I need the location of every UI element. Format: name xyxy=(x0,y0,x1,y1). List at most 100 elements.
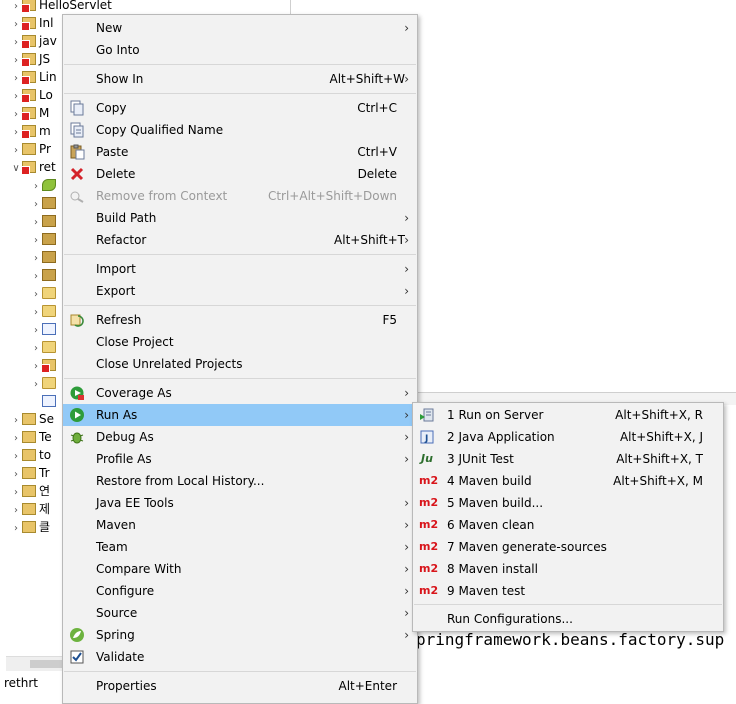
tree-item[interactable]: › jav xyxy=(10,32,57,50)
tree-child-item[interactable]: › xyxy=(30,284,59,302)
menu-item-maven[interactable]: Maven › xyxy=(63,514,417,536)
tree-item[interactable]: › Lin xyxy=(10,68,57,86)
submenu-item-9-maven-test[interactable]: m2 9 Maven test xyxy=(413,580,723,602)
tree-item[interactable]: › Se xyxy=(10,410,54,428)
menu-item-show-in[interactable]: Show In Alt+Shift+W › xyxy=(63,68,417,90)
menu-item-properties[interactable]: Properties Alt+Enter xyxy=(63,675,417,697)
tree-item[interactable]: › JS xyxy=(10,50,50,68)
tree-child-item[interactable]: › xyxy=(30,248,59,266)
submenu-item-8-maven-install[interactable]: m2 8 Maven install xyxy=(413,558,723,580)
chevron-right-icon: › xyxy=(404,284,409,298)
chevron-right-icon: › xyxy=(404,233,409,247)
menu-item-java-ee-tools[interactable]: Java EE Tools › xyxy=(63,492,417,514)
project-icon xyxy=(22,143,36,155)
tree-child-item[interactable]: › xyxy=(30,230,59,248)
tree-item-label: ret xyxy=(39,160,56,174)
chevron-right-icon[interactable]: › xyxy=(10,520,22,538)
submenu-item-label: 1 Run on Server xyxy=(447,408,544,422)
submenu-item-5-maven-build[interactable]: m2 5 Maven build... xyxy=(413,492,723,514)
menu-separator xyxy=(64,305,416,306)
tree-child-item[interactable] xyxy=(30,392,59,410)
tree-item[interactable]: › M xyxy=(10,104,49,122)
web-folder-icon xyxy=(42,341,56,353)
menu-item-refresh[interactable]: Refresh F5 xyxy=(63,309,417,331)
menu-item-label: Coverage As xyxy=(96,386,172,400)
submenu-item-6-maven-clean[interactable]: m2 6 Maven clean xyxy=(413,514,723,536)
menu-item-delete[interactable]: Delete Delete xyxy=(63,163,417,185)
menu-item-profile-as[interactable]: Profile As › xyxy=(63,448,417,470)
tree-child-item[interactable]: › xyxy=(30,338,59,356)
tree-child-item[interactable]: › xyxy=(30,374,59,392)
maven-m2-icon: m2 xyxy=(419,584,439,597)
submenu-item-3-junit-test[interactable]: Ju 3 JUnit Test Alt+Shift+X, T xyxy=(413,448,723,470)
submenu-item-run-configurations[interactable]: Run Configurations... xyxy=(413,608,723,630)
submenu-item-1-run-on-server[interactable]: 1 Run on Server Alt+Shift+X, R xyxy=(413,404,723,426)
menu-item-source[interactable]: Source › xyxy=(63,602,417,624)
menu-item-paste[interactable]: Paste Ctrl+V xyxy=(63,141,417,163)
submenu-item-2-java-application[interactable]: J 2 Java Application Alt+Shift+X, J xyxy=(413,426,723,448)
menu-item-copy-qualified-name[interactable]: Copy Qualified Name xyxy=(63,119,417,141)
tree-item-label: HelloServlet xyxy=(39,0,112,12)
tree-item[interactable]: ∨ ret xyxy=(10,158,56,176)
tree-item[interactable]: › Te xyxy=(10,428,52,446)
maven-m2-icon: m2 xyxy=(419,562,439,575)
menu-item-team[interactable]: Team › xyxy=(63,536,417,558)
tree-child-item[interactable]: › xyxy=(30,176,59,194)
menu-item-copy[interactable]: Copy Ctrl+C xyxy=(63,97,417,119)
menu-item-export[interactable]: Export › xyxy=(63,280,417,302)
submenu-item-shortcut: Alt+Shift+X, T xyxy=(616,452,703,466)
menu-item-refactor[interactable]: Refactor Alt+Shift+T › xyxy=(63,229,417,251)
menu-item-build-path[interactable]: Build Path › xyxy=(63,207,417,229)
tree-item-label: Tr xyxy=(39,466,50,480)
submenu-item-7-maven-generate-sources[interactable]: m2 7 Maven generate-sources xyxy=(413,536,723,558)
project-icon xyxy=(22,413,36,425)
menu-item-label: Profile As xyxy=(96,452,152,466)
project-icon xyxy=(22,431,36,443)
spring-leaf-icon xyxy=(42,179,56,191)
menu-item-compare-with[interactable]: Compare With › xyxy=(63,558,417,580)
package-icon xyxy=(42,233,56,245)
chevron-right-icon: › xyxy=(404,430,409,444)
menu-item-close-unrelated-projects[interactable]: Close Unrelated Projects xyxy=(63,353,417,375)
submenu-item-4-maven-build[interactable]: m2 4 Maven build Alt+Shift+X, M xyxy=(413,470,723,492)
menu-item-close-project[interactable]: Close Project xyxy=(63,331,417,353)
tree-item[interactable]: › Inl xyxy=(10,14,53,32)
tree-item[interactable]: › 연 xyxy=(10,482,50,500)
menu-item-label: Compare With xyxy=(96,562,182,576)
debug-icon xyxy=(69,429,85,445)
menu-item-label: Restore from Local History... xyxy=(96,474,265,488)
tree-item-label: 클 xyxy=(39,520,51,534)
tree-child-item[interactable]: › xyxy=(30,320,59,338)
submenu-item-label: Run Configurations... xyxy=(447,612,573,626)
submenu-item-label: 4 Maven build xyxy=(447,474,532,488)
tree-child-item[interactable]: › xyxy=(30,356,59,374)
tree-item[interactable]: › HelloServlet xyxy=(10,0,112,14)
menu-item-go-into[interactable]: Go Into xyxy=(63,39,417,61)
menu-item-label: Run As xyxy=(96,408,138,422)
menu-item-coverage-as[interactable]: Coverage As › xyxy=(63,382,417,404)
tree-child-item[interactable]: › xyxy=(30,212,59,230)
menu-item-configure[interactable]: Configure › xyxy=(63,580,417,602)
tree-child-item[interactable]: › xyxy=(30,266,59,284)
status-bar-text: rethrt xyxy=(4,676,39,690)
tree-item[interactable]: › Pr xyxy=(10,140,51,158)
tree-item[interactable]: › 클 xyxy=(10,518,50,536)
tree-item[interactable]: › m xyxy=(10,122,51,140)
tree-item-label: 제 xyxy=(39,502,51,516)
menu-item-import[interactable]: Import › xyxy=(63,258,417,280)
menu-item-label: Copy xyxy=(96,101,127,115)
tree-child-item[interactable]: › xyxy=(30,194,59,212)
tree-child-item[interactable]: › xyxy=(30,302,59,320)
menu-item-restore-from-local-history[interactable]: Restore from Local History... xyxy=(63,470,417,492)
menu-item-validate[interactable]: Validate xyxy=(63,646,417,668)
menu-item-label: Refresh xyxy=(96,313,142,327)
project-error-icon xyxy=(21,125,36,139)
tree-item[interactable]: › Tr xyxy=(10,464,50,482)
menu-item-new[interactable]: New › xyxy=(63,17,417,39)
tree-item[interactable]: › to xyxy=(10,446,51,464)
menu-item-spring[interactable]: Spring › xyxy=(63,624,417,646)
tree-item[interactable]: › 제 xyxy=(10,500,50,518)
menu-item-run-as[interactable]: Run As › xyxy=(63,404,417,426)
menu-item-debug-as[interactable]: Debug As › xyxy=(63,426,417,448)
tree-item[interactable]: › Lo xyxy=(10,86,53,104)
